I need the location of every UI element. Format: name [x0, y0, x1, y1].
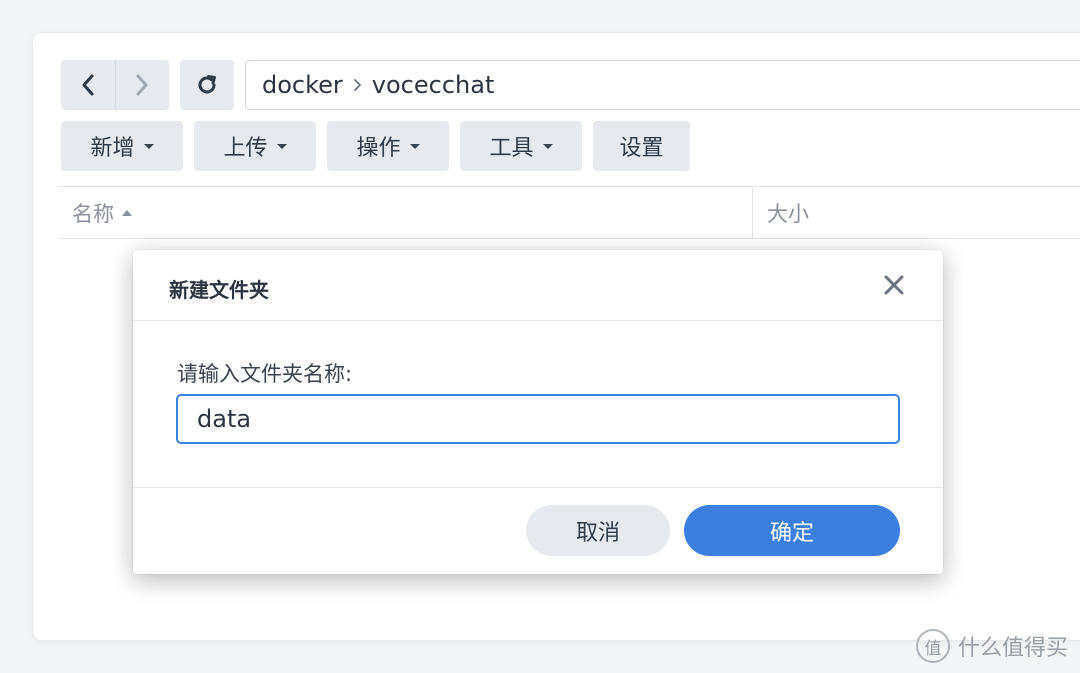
new-menu-label: 新增 [90, 136, 135, 161]
cancel-button[interactable]: 取消 [526, 505, 670, 556]
column-header-size[interactable]: 大小 [767, 187, 809, 238]
settings-button[interactable]: 设置 [593, 121, 690, 171]
caret-down-icon [542, 143, 553, 149]
column-header-name[interactable]: 名称 [72, 187, 132, 238]
folder-name-prompt: 请输入文件夹名称: [177, 362, 353, 386]
refresh-icon [198, 75, 216, 94]
action-menu-label: 操作 [356, 136, 401, 161]
chevron-right-icon [136, 74, 148, 96]
watermark-text: 什么值得买 [957, 636, 1068, 661]
breadcrumb-item-current[interactable]: vocecchat [372, 71, 495, 99]
new-menu-button[interactable]: 新增 [61, 121, 183, 171]
forward-button[interactable] [114, 60, 170, 110]
settings-label: 设置 [619, 136, 664, 161]
path-breadcrumb[interactable]: docker vocecchat [245, 60, 1080, 110]
chevron-right-icon [353, 78, 362, 92]
upload-menu-label: 上传 [223, 136, 268, 161]
tools-menu-button[interactable]: 工具 [460, 121, 582, 171]
confirm-button[interactable]: 确定 [684, 505, 900, 556]
refresh-button[interactable] [180, 60, 234, 110]
caret-down-icon [409, 143, 420, 149]
folder-name-input[interactable] [176, 394, 900, 444]
caret-down-icon [276, 143, 287, 149]
watermark: 值 什么值得买 [915, 629, 1068, 663]
column-header-size-label: 大小 [767, 201, 809, 226]
dialog-footer-divider [133, 487, 943, 488]
history-nav-group [61, 60, 169, 110]
file-table-header: 名称 大小 [58, 186, 1080, 239]
upload-menu-button[interactable]: 上传 [194, 121, 316, 171]
sort-ascending-icon [122, 209, 132, 216]
caret-down-icon [143, 143, 154, 149]
watermark-logo-icon: 值 [915, 629, 950, 663]
close-button[interactable] [881, 272, 907, 298]
chevron-left-icon [82, 74, 94, 96]
column-header-name-label: 名称 [72, 201, 114, 226]
dialog-title: 新建文件夹 [169, 278, 269, 302]
dialog-divider [133, 320, 943, 321]
back-button[interactable] [61, 60, 115, 110]
action-menu-button[interactable]: 操作 [327, 121, 449, 171]
close-icon [884, 275, 904, 295]
new-folder-dialog: 新建文件夹 请输入文件夹名称: 取消 确定 [133, 250, 943, 574]
column-divider[interactable] [752, 187, 753, 238]
breadcrumb-item-docker[interactable]: docker [262, 71, 343, 99]
tools-menu-label: 工具 [489, 136, 534, 161]
